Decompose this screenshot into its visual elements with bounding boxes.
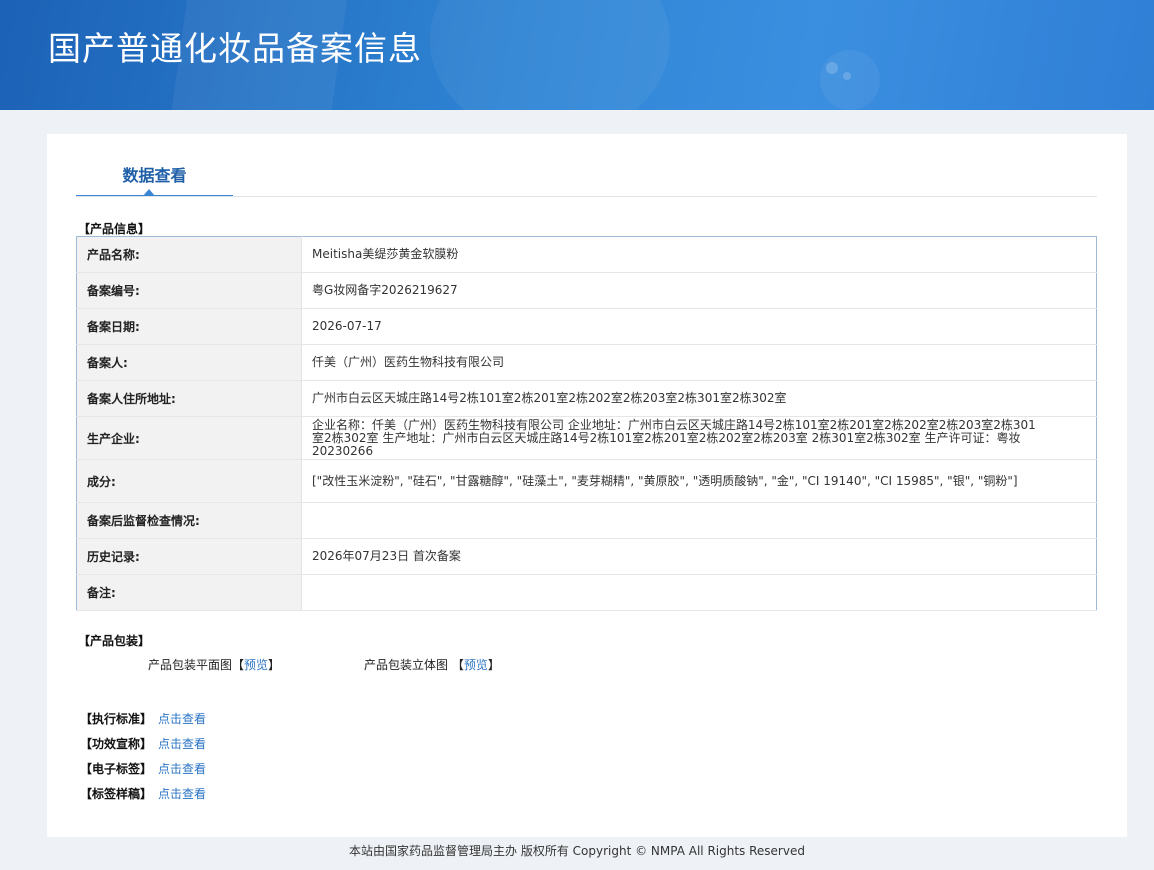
product-info-table: 产品名称: Meitisha美缇莎黄金软膜粉 备案编号: 粤G妆网备字20262… — [76, 236, 1097, 611]
bracket: 】 — [487, 658, 500, 672]
tab-indicator-arrow — [143, 189, 155, 196]
row-key: 备案后监督检查情况: — [76, 502, 302, 539]
standard-row: 【执行标准】 点击查看 — [80, 710, 206, 727]
package-flat-item: 产品包装平面图【预览】 — [148, 656, 280, 673]
label-sample-row: 【标签样稿】 点击查看 — [80, 785, 206, 802]
row-value — [301, 502, 1097, 539]
product-info-label: 【产品信息】 — [78, 222, 151, 236]
preview-flat-link[interactable]: 预览 — [244, 658, 268, 672]
label-sample-view-link[interactable]: 点击查看 — [158, 787, 206, 801]
preview-solid-link[interactable]: 预览 — [464, 658, 488, 672]
row-key: 备案人住所地址: — [76, 380, 302, 417]
row-value: 仟美（广州）医药生物科技有限公司 — [301, 344, 1097, 381]
table-row: 备案人住所地址: 广州市白云区天城庄路14号2栋101室2栋201室2栋202室… — [76, 380, 1097, 417]
header-banner: 国产普通化妆品备案信息 — [0, 0, 1154, 110]
table-row: 历史记录: 2026年07月23日 首次备案 — [76, 538, 1097, 575]
table-row: 备案人: 仟美（广州）医药生物科技有限公司 — [76, 344, 1097, 381]
e-label-view-link[interactable]: 点击查看 — [158, 762, 206, 776]
row-key: 备注: — [76, 574, 302, 611]
package-solid-label: 产品包装立体图 — [364, 658, 449, 672]
row-value — [301, 574, 1097, 611]
row-key: 历史记录: — [76, 538, 302, 575]
table-row: 成分: ["改性玉米淀粉", "硅石", "甘露糖醇", "硅藻土", "麦芽糊… — [76, 459, 1097, 503]
e-label-row: 【电子标签】 点击查看 — [80, 760, 206, 777]
row-key: 备案人: — [76, 344, 302, 381]
row-key: 备案日期: — [76, 308, 302, 345]
tab-divider — [76, 196, 1097, 197]
package-solid-item: 产品包装立体图 【预览】 — [364, 656, 500, 673]
row-key: 成分: — [76, 459, 302, 503]
footer-copyright: 本站由国家药品监督管理局主办 版权所有 Copyright © NMPA All… — [349, 844, 805, 858]
row-value: 粤G妆网备字2026219627 — [301, 272, 1097, 309]
row-value: 广州市白云区天城庄路14号2栋101室2栋201室2栋202室2栋203室2栋3… — [301, 380, 1097, 417]
page-title: 国产普通化妆品备案信息 — [48, 29, 422, 68]
banner-decoration — [826, 62, 838, 74]
row-value: ["改性玉米淀粉", "硅石", "甘露糖醇", "硅藻土", "麦芽糊精", … — [301, 459, 1097, 503]
package-flat-label: 产品包装平面图 — [148, 658, 233, 672]
tab-label: 数据查看 — [122, 166, 187, 185]
bracket: 】 — [268, 658, 281, 672]
row-value: 2026-07-17 — [301, 308, 1097, 345]
efficacy-label: 【功效宣称】 — [80, 737, 153, 751]
banner-decoration — [820, 50, 880, 110]
banner-decoration — [843, 72, 851, 80]
table-row: 备案编号: 粤G妆网备字2026219627 — [76, 272, 1097, 309]
content-card: 数据查看 【产品信息】 产品名称: Meitisha美缇莎黄金软膜粉 备案编号:… — [47, 134, 1127, 837]
standard-label: 【执行标准】 — [80, 712, 153, 726]
row-value: 企业名称：仟美（广州）医药生物科技有限公司 企业地址：广州市白云区天城庄路14号… — [301, 416, 1097, 460]
standard-view-link[interactable]: 点击查看 — [158, 712, 206, 726]
row-value: Meitisha美缇莎黄金软膜粉 — [301, 236, 1097, 273]
row-key: 产品名称: — [76, 236, 302, 273]
label-sample-label: 【标签样稿】 — [80, 787, 153, 801]
e-label-label: 【电子标签】 — [80, 762, 153, 776]
packaging-label: 【产品包装】 — [78, 634, 151, 648]
table-row: 备案后监督检查情况: — [76, 502, 1097, 539]
table-row: 备注: — [76, 574, 1097, 611]
bracket: 【 — [451, 658, 464, 672]
row-value: 2026年07月23日 首次备案 — [301, 538, 1097, 575]
row-key: 生产企业: — [76, 416, 302, 460]
table-row: 生产企业: 企业名称：仟美（广州）医药生物科技有限公司 企业地址：广州市白云区天… — [76, 416, 1097, 460]
efficacy-view-link[interactable]: 点击查看 — [158, 737, 206, 751]
banner-decoration — [430, 0, 670, 110]
row-key: 备案编号: — [76, 272, 302, 309]
table-row: 产品名称: Meitisha美缇莎黄金软膜粉 — [76, 236, 1097, 273]
efficacy-row: 【功效宣称】 点击查看 — [80, 735, 206, 752]
table-row: 备案日期: 2026-07-17 — [76, 308, 1097, 345]
bracket: 【 — [232, 658, 245, 672]
